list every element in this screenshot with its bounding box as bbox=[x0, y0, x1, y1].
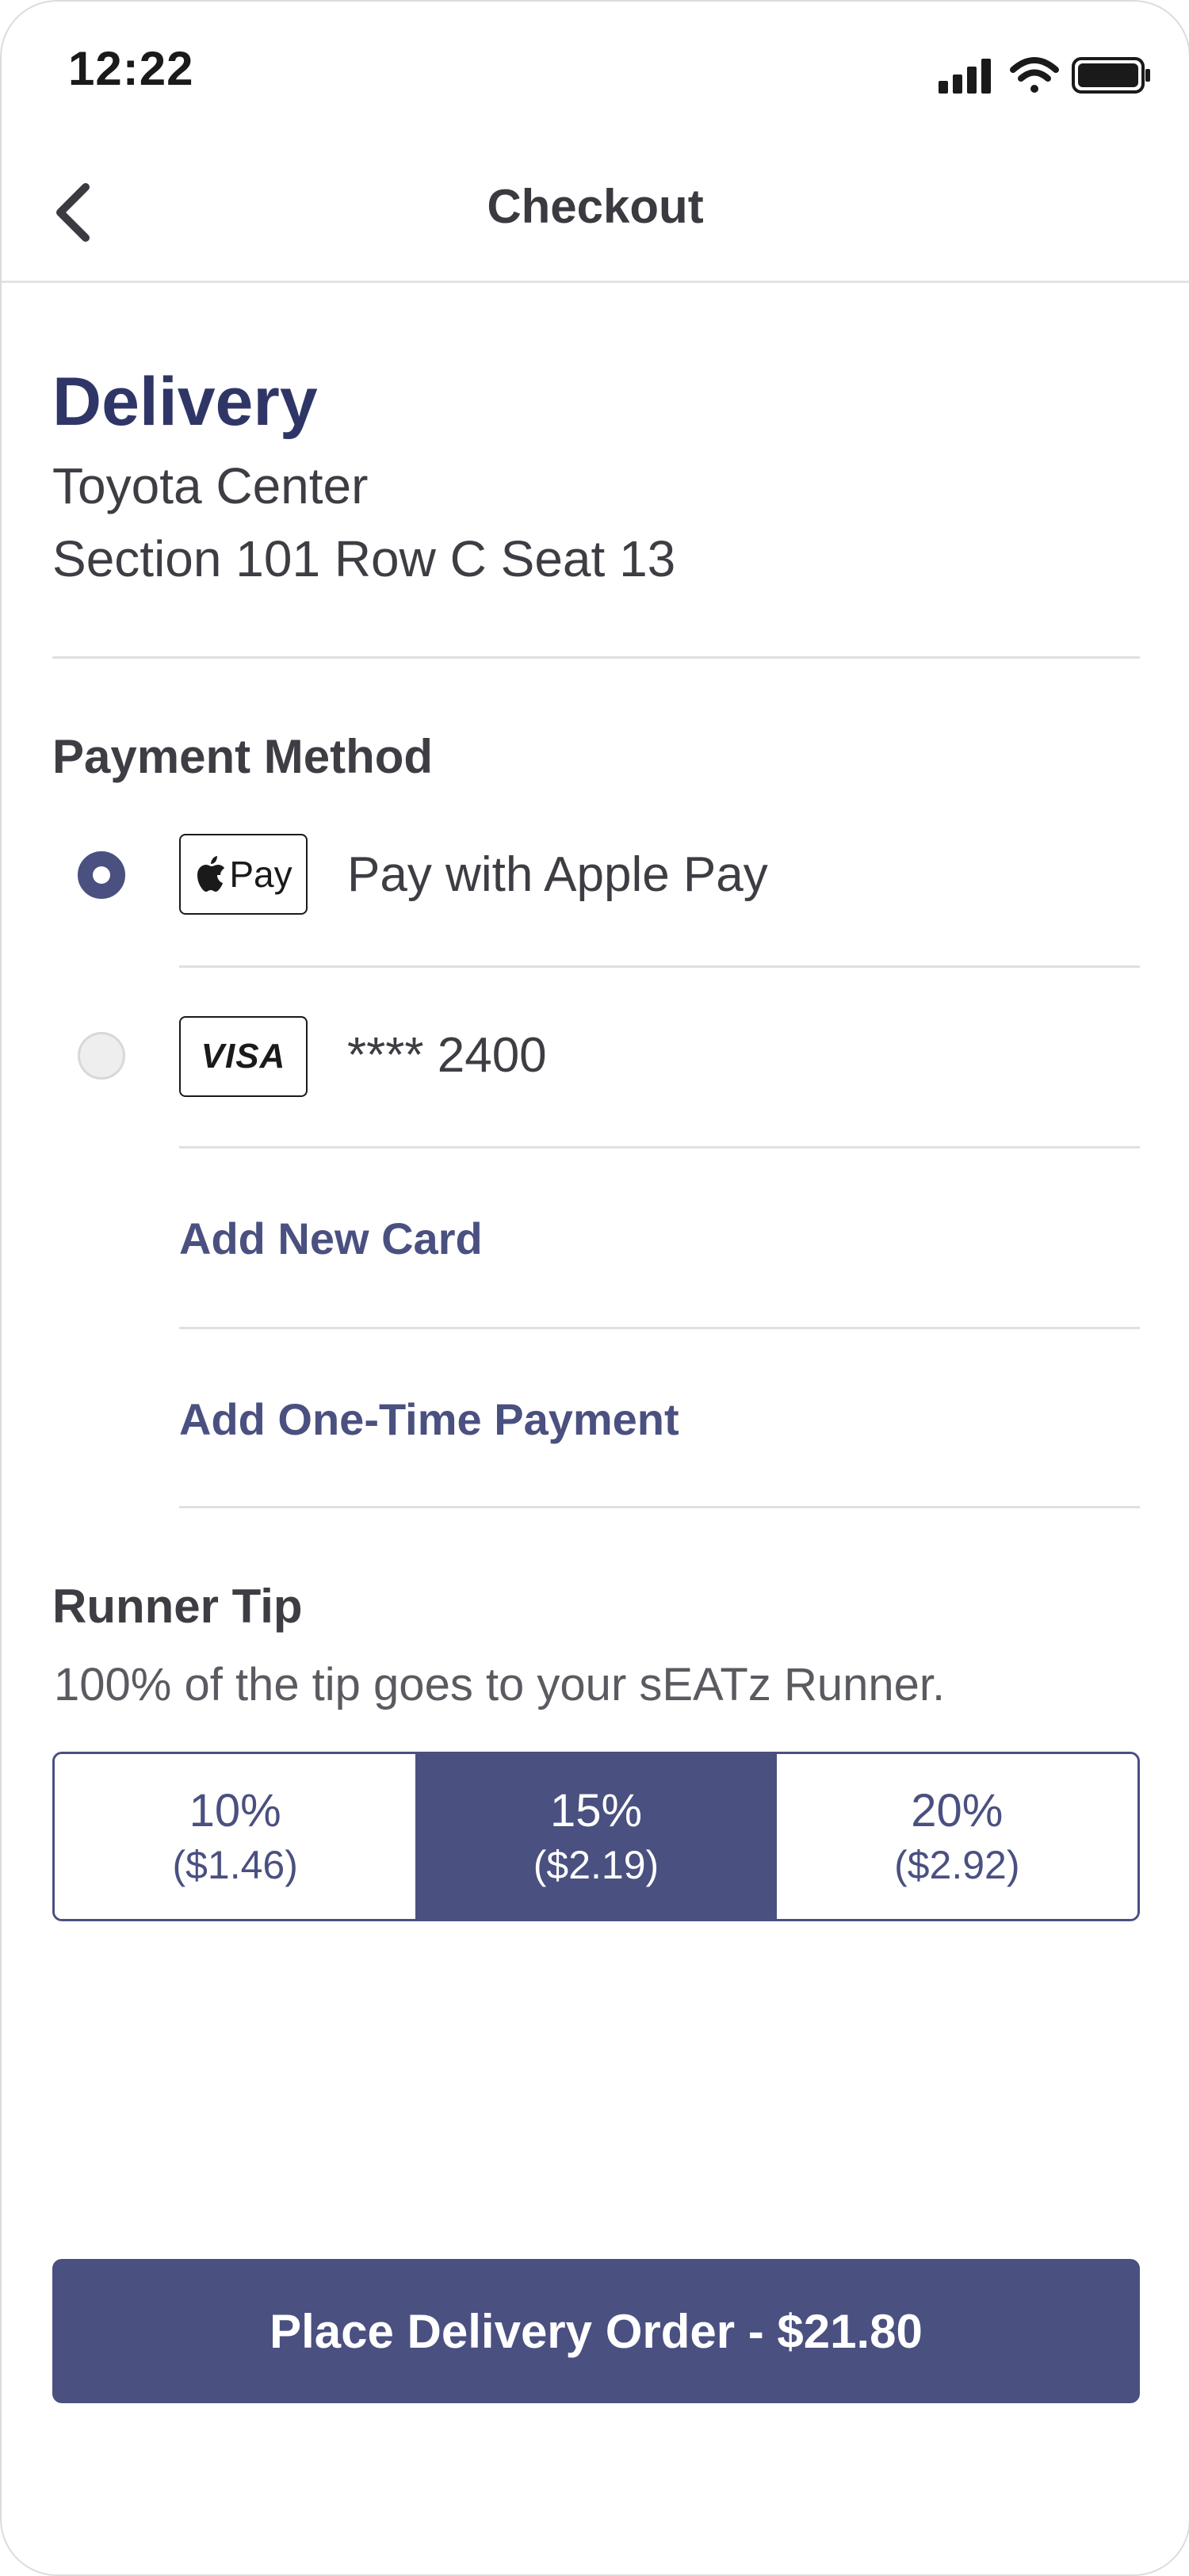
apple-pay-label: Pay with Apple Pay bbox=[347, 847, 768, 902]
tip-percent: 20% bbox=[911, 1785, 1004, 1836]
status-bar: 12:22 bbox=[2, 2, 1189, 144]
radio-unselected[interactable] bbox=[78, 1032, 125, 1080]
divider bbox=[179, 1506, 1140, 1508]
signal-icon bbox=[939, 59, 991, 94]
tip-amount: ($2.19) bbox=[533, 1843, 659, 1887]
status-icons bbox=[939, 57, 1150, 94]
visa-logo-text: VISA bbox=[201, 1037, 286, 1076]
wifi-icon bbox=[1010, 57, 1059, 93]
add-one-time-payment-link[interactable]: Add One-Time Payment bbox=[179, 1393, 679, 1445]
delivery-heading: Delivery bbox=[52, 364, 318, 440]
battery-icon bbox=[1072, 57, 1150, 94]
radio-selected[interactable] bbox=[78, 851, 125, 899]
delivery-venue: Toyota Center bbox=[52, 457, 369, 514]
visa-card-label: **** 2400 bbox=[347, 1028, 547, 1083]
tip-option-20[interactable]: 20% ($2.92) bbox=[776, 1754, 1137, 1919]
runner-tip-heading: Runner Tip bbox=[52, 1580, 303, 1633]
divider bbox=[179, 1327, 1140, 1329]
divider bbox=[52, 656, 1140, 659]
tip-percent: 15% bbox=[549, 1785, 643, 1836]
delivery-seat: Section 101 Row C Seat 13 bbox=[52, 530, 676, 587]
tip-amount: ($1.46) bbox=[172, 1843, 298, 1887]
add-new-card-link[interactable]: Add New Card bbox=[179, 1213, 483, 1264]
visa-badge: VISA bbox=[179, 1016, 308, 1097]
page-title: Checkout bbox=[487, 180, 704, 233]
phone-screen: 12:22 Checkout Delivery Toyota Center Se… bbox=[0, 0, 1189, 2576]
nav-bar: Checkout bbox=[2, 144, 1189, 283]
tip-amount: ($2.92) bbox=[894, 1843, 1020, 1887]
apple-logo-icon bbox=[197, 856, 225, 892]
runner-tip-subtitle: 100% of the tip goes to your sEATz Runne… bbox=[54, 1659, 946, 1710]
payment-option-visa[interactable]: VISA **** 2400 bbox=[2, 967, 1189, 1146]
tip-selector: 10% ($1.46) 15% ($2.19) 20% ($2.92) bbox=[52, 1752, 1140, 1921]
payment-method-heading: Payment Method bbox=[52, 730, 434, 783]
status-time: 12:22 bbox=[68, 42, 194, 95]
payment-option-apple-pay[interactable]: Pay Pay with Apple Pay bbox=[2, 786, 1189, 965]
apple-pay-badge: Pay bbox=[179, 834, 308, 915]
apple-pay-badge-text: Pay bbox=[229, 854, 292, 895]
tip-option-15[interactable]: 15% ($2.19) bbox=[415, 1754, 777, 1919]
divider bbox=[179, 1146, 1140, 1148]
tip-option-10[interactable]: 10% ($1.46) bbox=[55, 1754, 416, 1919]
place-delivery-order-button[interactable]: Place Delivery Order - $21.80 bbox=[52, 2259, 1140, 2403]
tip-percent: 10% bbox=[189, 1785, 281, 1836]
